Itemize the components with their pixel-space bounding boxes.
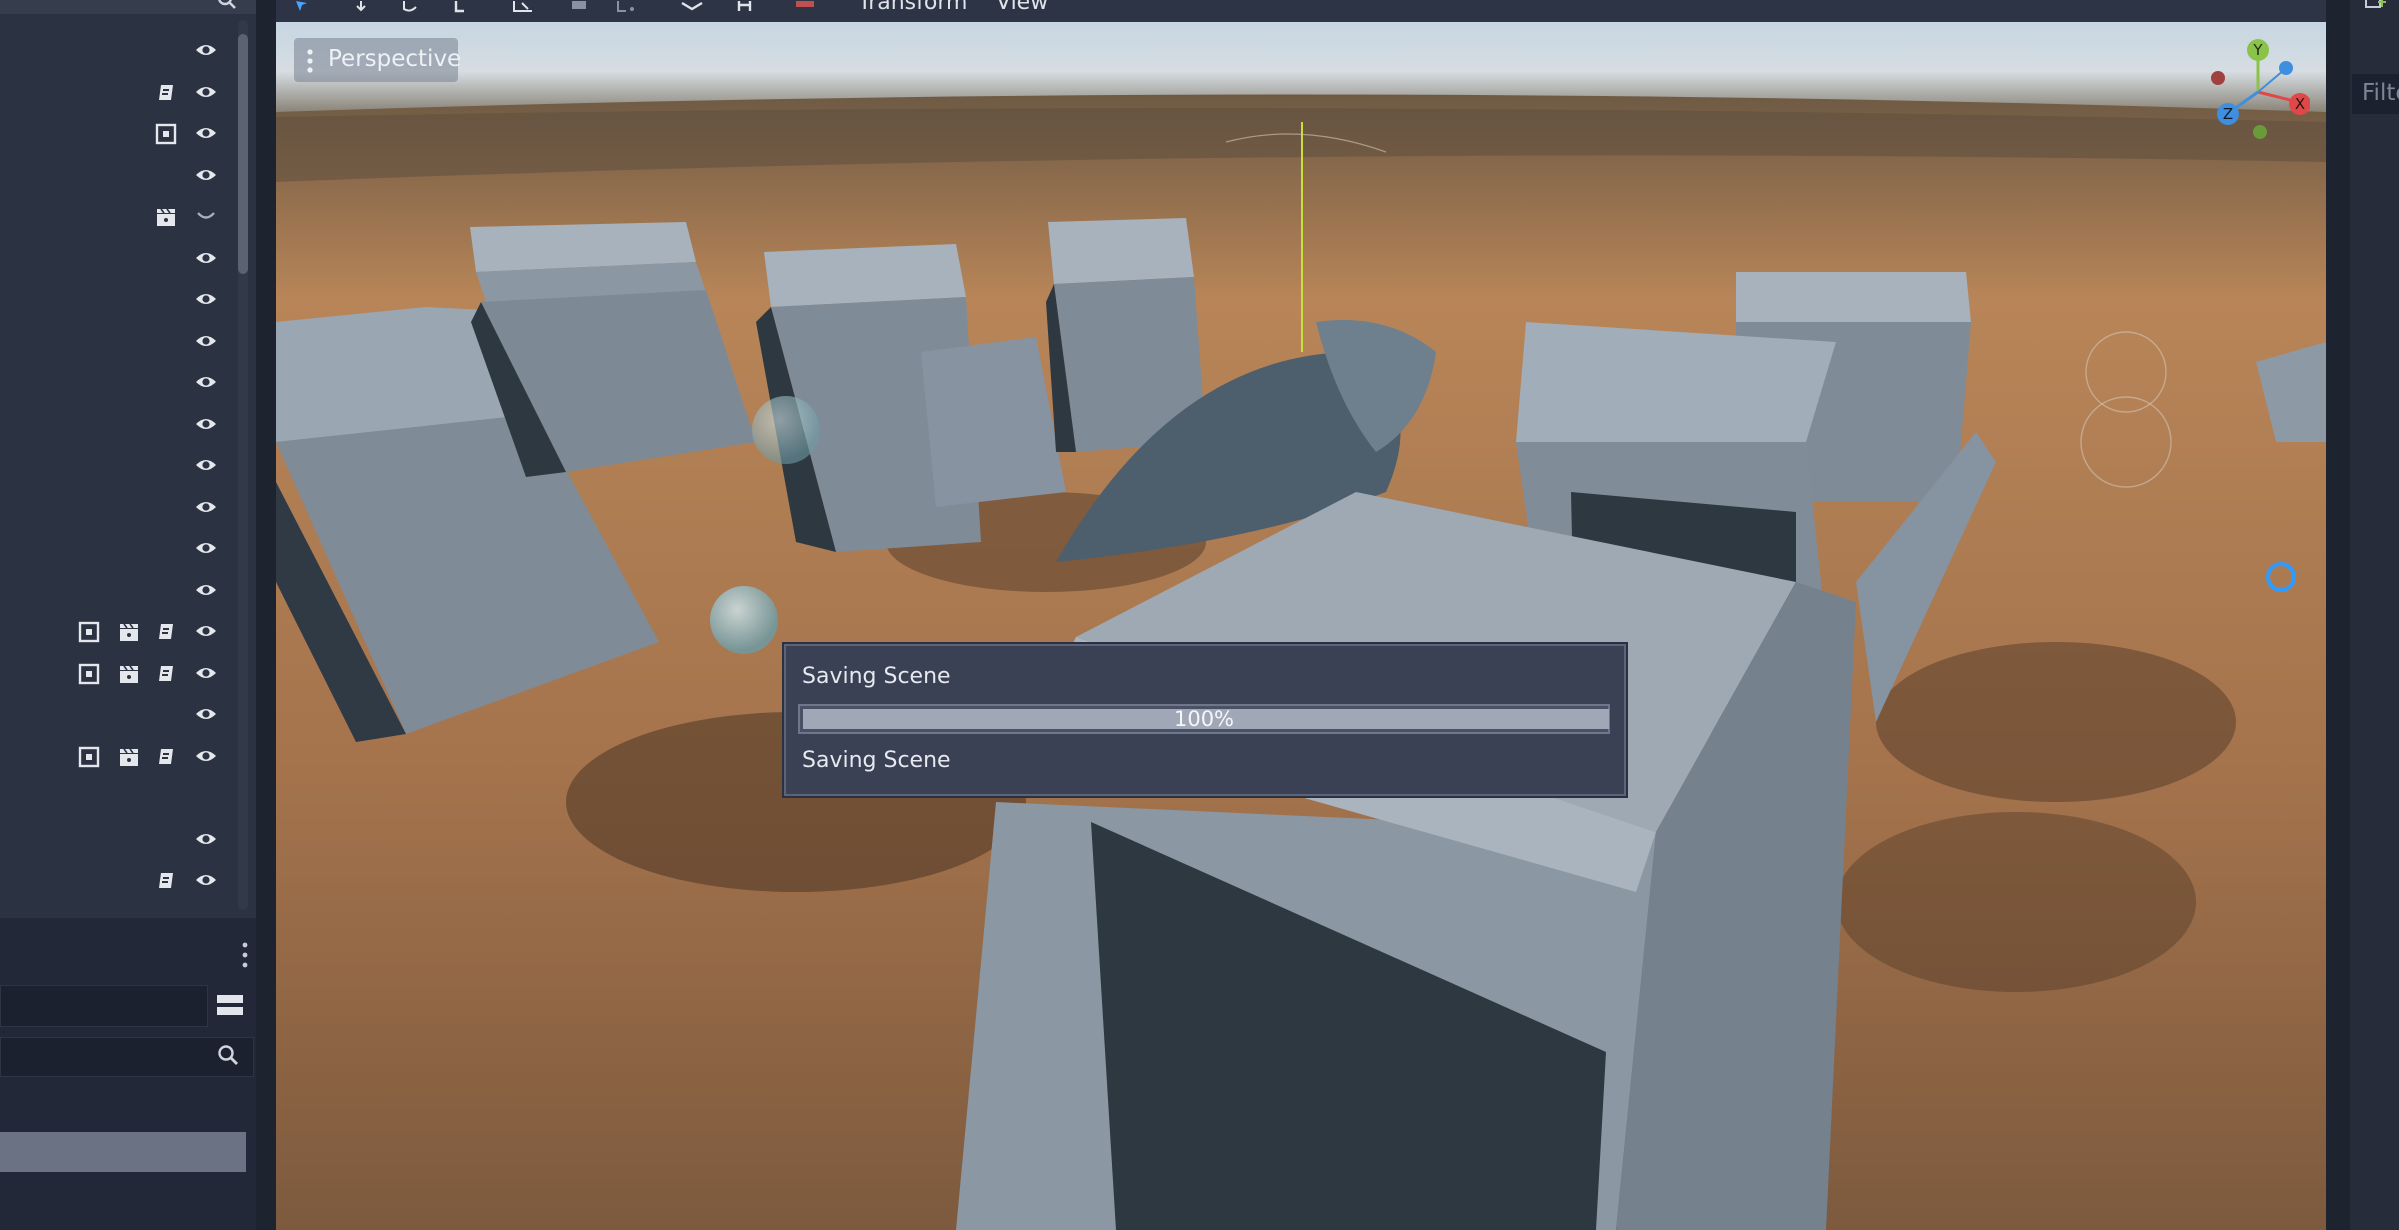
- dialog-title: Saving Scene: [802, 664, 951, 689]
- node-icon[interactable]: [155, 123, 177, 145]
- visibility-eye-icon[interactable]: [195, 250, 217, 266]
- inspector-filter-placeholder: Filte: [2362, 80, 2399, 106]
- visibility-eye-icon[interactable]: [195, 333, 217, 349]
- light-icon[interactable]: [2264, 560, 2298, 594]
- progress-bar: 100%: [798, 704, 1610, 734]
- scene-tree-row[interactable]: [0, 406, 240, 447]
- node-icon[interactable]: [78, 746, 100, 768]
- snap-tool-icon[interactable]: [616, 0, 638, 14]
- visibility-eye-icon[interactable]: [195, 374, 217, 390]
- gizmo-x-label: X: [2295, 95, 2305, 113]
- local-space-icon[interactable]: [680, 0, 703, 14]
- scene-tree-scrollbar[interactable]: [238, 34, 248, 274]
- group-tool-icon[interactable]: [568, 0, 590, 14]
- filesystem-selected-item[interactable]: [0, 1132, 246, 1172]
- visibility-eye-icon[interactable]: [195, 125, 217, 141]
- scene-tree-row[interactable]: [0, 738, 240, 779]
- scene-tree[interactable]: [0, 0, 256, 918]
- scene-tree-row[interactable]: [0, 696, 240, 737]
- 3d-viewport[interactable]: [276, 22, 2326, 1230]
- dock-splitter[interactable]: [256, 0, 276, 1230]
- search-icon[interactable]: [216, 1043, 240, 1067]
- node-icon[interactable]: [78, 663, 100, 685]
- dialog-status: Saving Scene: [802, 748, 951, 773]
- scene-tree-row[interactable]: [0, 323, 240, 364]
- visibility-eye-icon[interactable]: [195, 872, 217, 888]
- scene-tree-row[interactable]: [0, 198, 240, 239]
- scene-tree-row[interactable]: [0, 364, 240, 405]
- scene-tree-row[interactable]: [0, 489, 240, 530]
- progress-percent: 100%: [1173, 707, 1235, 731]
- collapse-icon[interactable]: [195, 208, 217, 224]
- script-icon[interactable]: [155, 621, 177, 643]
- scale-tool-icon[interactable]: [450, 0, 472, 14]
- scene-render: [276, 22, 2326, 1230]
- node-icon[interactable]: [78, 621, 100, 643]
- visibility-eye-icon[interactable]: [195, 84, 217, 100]
- script-icon[interactable]: [155, 870, 177, 892]
- perspective-label[interactable]: Perspective: [328, 46, 461, 72]
- lock-tool-icon[interactable]: [512, 0, 534, 14]
- visibility-eye-icon[interactable]: [195, 706, 217, 722]
- rotate-tool-icon[interactable]: [400, 0, 422, 14]
- clapper-icon[interactable]: [118, 663, 140, 685]
- visibility-eye-icon[interactable]: [195, 167, 217, 183]
- visibility-eye-icon[interactable]: [195, 540, 217, 556]
- visibility-eye-icon[interactable]: [195, 748, 217, 764]
- snap-toggle-icon[interactable]: [734, 0, 756, 14]
- scene-tree-row[interactable]: [0, 655, 240, 696]
- visibility-eye-icon[interactable]: [195, 499, 217, 515]
- camera-override-icon[interactable]: [794, 0, 816, 14]
- scene-tree-row[interactable]: [0, 281, 240, 322]
- clapper-icon[interactable]: [155, 206, 177, 228]
- scene-tree-row[interactable]: [0, 613, 240, 654]
- scene-tree-row[interactable]: [0, 115, 240, 156]
- visibility-eye-icon[interactable]: [195, 42, 217, 58]
- viewport-toolbar: Transform View: [276, 0, 2326, 22]
- script-icon[interactable]: [155, 82, 177, 104]
- menu-transform[interactable]: Transform: [858, 0, 967, 15]
- add-node-icon[interactable]: [2364, 0, 2388, 10]
- clapper-icon[interactable]: [118, 621, 140, 643]
- scene-tree-row[interactable]: [0, 157, 240, 198]
- visibility-eye-icon[interactable]: [195, 623, 217, 639]
- inspector-dock: [2350, 0, 2399, 1230]
- visibility-eye-icon[interactable]: [195, 582, 217, 598]
- scene-tree-row[interactable]: [0, 779, 240, 820]
- scene-tree-row[interactable]: [0, 240, 240, 281]
- visibility-eye-icon[interactable]: [195, 665, 217, 681]
- scene-tree-row[interactable]: [0, 32, 240, 73]
- scene-tree-row[interactable]: [0, 447, 240, 488]
- gizmo-z-label: Z: [2223, 105, 2233, 123]
- search-icon[interactable]: [216, 0, 238, 12]
- scene-tree-row[interactable]: [0, 821, 240, 862]
- axis-gizmo[interactable]: Y X Z: [2200, 30, 2311, 150]
- right-dock-splitter[interactable]: [2326, 0, 2350, 1230]
- split-mode-icon[interactable]: [216, 992, 244, 1020]
- visibility-eye-icon[interactable]: [195, 457, 217, 473]
- scene-tree-row[interactable]: [0, 572, 240, 613]
- filesystem-path-field[interactable]: [0, 985, 208, 1027]
- visibility-eye-icon[interactable]: [195, 291, 217, 307]
- script-icon[interactable]: [155, 746, 177, 768]
- clapper-icon[interactable]: [118, 746, 140, 768]
- scene-tree-row[interactable]: [0, 530, 240, 571]
- visibility-eye-icon[interactable]: [195, 831, 217, 847]
- scene-tree-row[interactable]: [0, 74, 240, 115]
- viewport-menu-icon[interactable]: [306, 48, 314, 74]
- scene-tree-row[interactable]: [0, 862, 240, 903]
- select-tool-icon[interactable]: [290, 0, 312, 14]
- menu-view[interactable]: View: [996, 0, 1048, 15]
- move-tool-icon[interactable]: [350, 0, 372, 14]
- dock-menu-icon[interactable]: [240, 940, 250, 970]
- gizmo-y-label: Y: [2252, 41, 2263, 59]
- script-icon[interactable]: [155, 663, 177, 685]
- visibility-eye-icon[interactable]: [195, 416, 217, 432]
